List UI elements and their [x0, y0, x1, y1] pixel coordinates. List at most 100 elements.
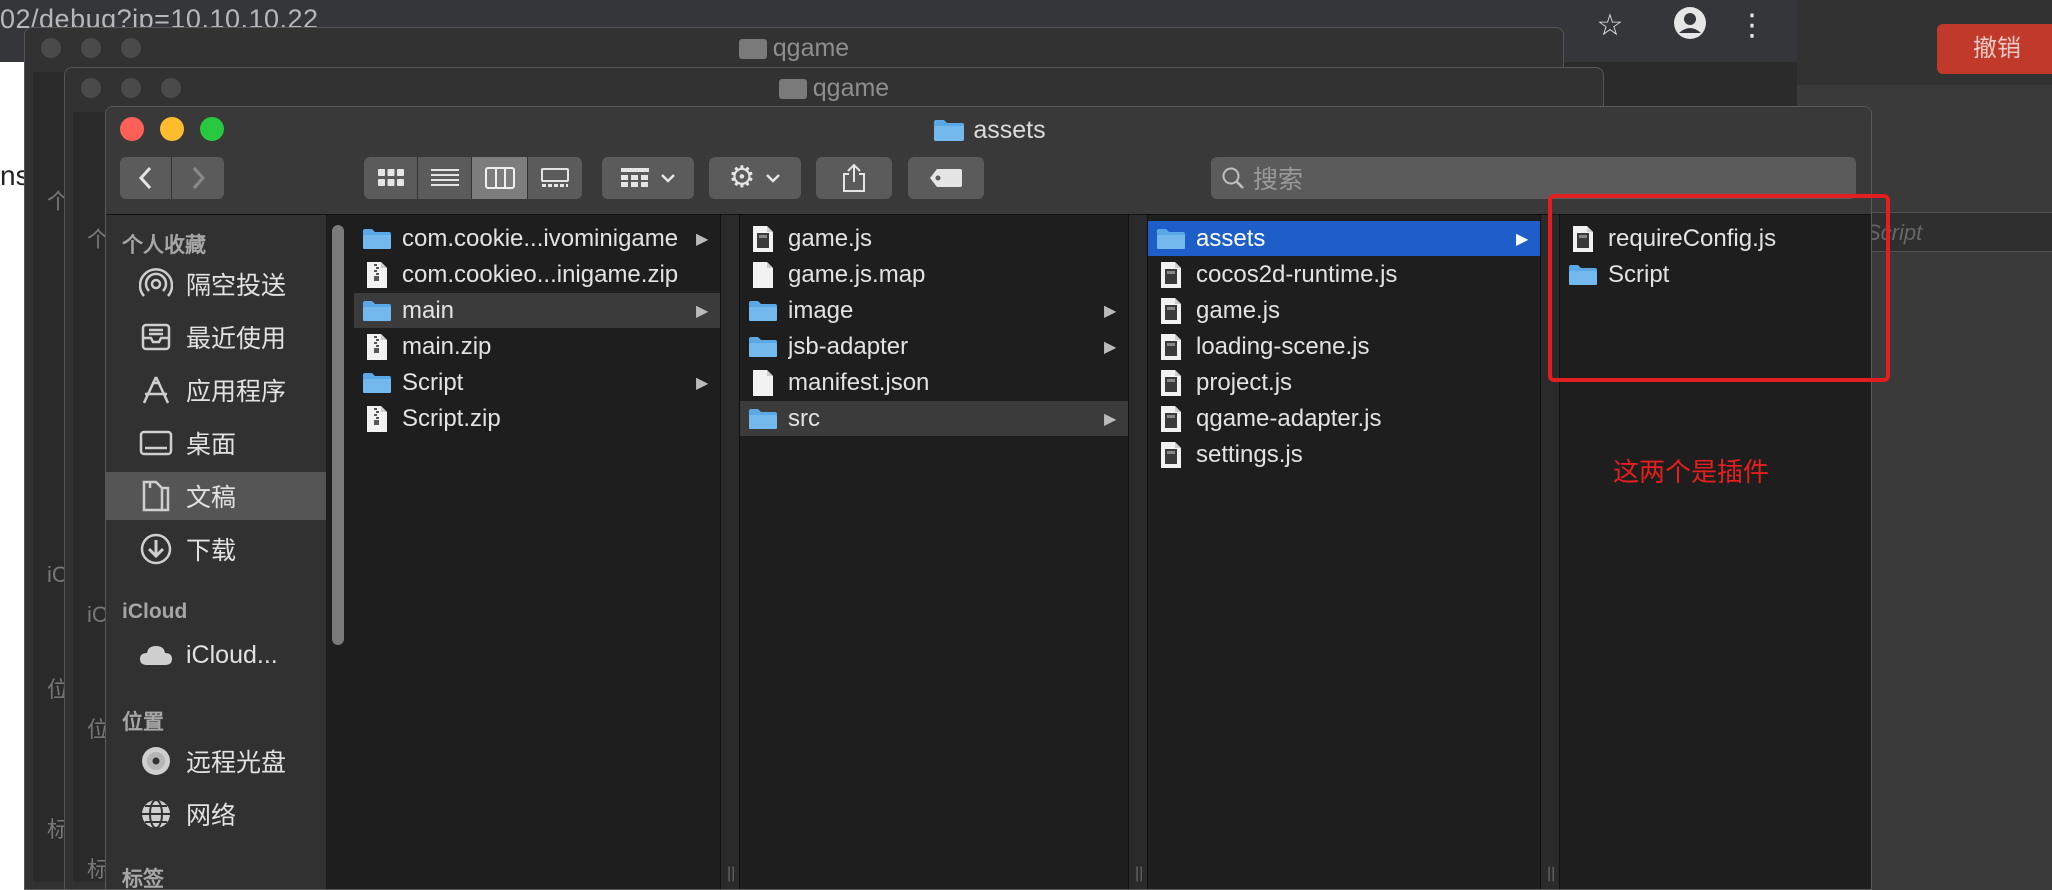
disclosure-arrow-icon: ▶: [1104, 410, 1117, 428]
folder-icon: [738, 39, 767, 59]
list-item[interactable]: jsb-adapter ▶: [740, 329, 1128, 364]
airdrop-icon: [138, 266, 174, 302]
list-item[interactable]: image ▶: [740, 293, 1128, 328]
disclosure-arrow-icon: ▶: [696, 230, 709, 248]
folder-icon: [748, 296, 778, 326]
sidebar-item-applications[interactable]: 应用程序: [106, 366, 326, 414]
column-resize-handle[interactable]: ||: [720, 215, 740, 889]
group-grid-icon: [621, 168, 649, 187]
network-icon: [138, 796, 174, 832]
list-item[interactable]: game.js: [740, 221, 1128, 256]
action-menu-button[interactable]: ⚙: [709, 157, 801, 199]
forward-button[interactable]: [172, 157, 224, 199]
chevron-right-icon: [192, 166, 206, 190]
disclosure-arrow-icon: ▶: [696, 302, 709, 320]
window-title: qgame: [65, 68, 1603, 108]
sidebar-item-recents[interactable]: 最近使用: [106, 313, 326, 361]
sidebar-item-documents[interactable]: 文稿: [106, 472, 326, 520]
js-file-icon: [748, 224, 778, 254]
view-mode-control: [364, 157, 582, 199]
disclosure-arrow-icon: ▶: [1104, 302, 1117, 320]
background-script-field[interactable]: Script: [1866, 212, 2052, 252]
disclosure-arrow-icon: ▶: [1104, 338, 1117, 356]
navigation-buttons: [120, 157, 224, 199]
list-item[interactable]: project.js: [1148, 365, 1540, 400]
share-icon: [843, 163, 865, 192]
column-1: com.cookie...ivominigame ▶ com.cookieo...…: [354, 215, 720, 889]
grid-icon: [377, 169, 404, 186]
column-2: game.js game.js.map image ▶ jsb-adapter ▶ …: [740, 215, 1128, 889]
list-item[interactable]: cocos2d-runtime.js: [1148, 257, 1540, 292]
more-menu-icon[interactable]: ⋮: [1732, 6, 1772, 46]
list-item[interactable]: settings.js: [1148, 437, 1540, 472]
resize-grip-icon: ||: [1135, 865, 1144, 882]
search-icon: [1222, 167, 1244, 189]
window-title: assets: [106, 113, 1871, 147]
list-item[interactable]: Script ▶: [354, 365, 720, 400]
group-by-button[interactable]: [602, 157, 694, 199]
icloud-icon: [138, 637, 174, 673]
zip-file-icon: [362, 404, 392, 434]
back-button[interactable]: [120, 157, 172, 199]
column-view-button[interactable]: [472, 157, 528, 199]
disc-icon: [138, 743, 174, 779]
locations-header: 位置: [122, 711, 164, 734]
revoke-button[interactable]: 撤销: [1937, 24, 2052, 74]
folder-icon: [362, 296, 392, 326]
disclosure-arrow-icon: ▶: [1516, 230, 1529, 248]
js-file-icon: [1156, 368, 1186, 398]
gear-icon: ⚙: [728, 161, 756, 194]
list-item[interactable]: game.js: [1148, 293, 1540, 328]
js-file-icon: [1156, 404, 1186, 434]
gallery-view-button[interactable]: [528, 157, 582, 199]
column-3: assets ▶ cocos2d-runtime.js game.js loadi…: [1148, 215, 1540, 889]
list-item[interactable]: com.cookie...ivominigame ▶: [354, 221, 720, 256]
share-button[interactable]: [816, 157, 892, 199]
gallery-icon: [541, 168, 569, 187]
list-view-button[interactable]: [418, 157, 472, 199]
list-item[interactable]: main.zip: [354, 329, 720, 364]
tag-button[interactable]: [908, 157, 984, 199]
list-item[interactable]: game.js.map: [740, 257, 1128, 292]
list-item[interactable]: assets ▶: [1148, 221, 1540, 256]
list-item[interactable]: manifest.json: [740, 365, 1128, 400]
js-file-icon: [1156, 296, 1186, 326]
icon-view-button[interactable]: [364, 157, 418, 199]
annotation-text: 这两个是插件: [1613, 457, 1770, 487]
resize-grip-icon: ||: [1547, 865, 1556, 882]
sidebar-item-network[interactable]: 网络: [106, 790, 326, 838]
zip-file-icon: [362, 260, 392, 290]
tags-header: 标签: [122, 868, 164, 890]
folder-icon: [778, 79, 807, 99]
list-item[interactable]: com.cookieo...inigame.zip: [354, 257, 720, 292]
sidebar-item-remote-disc[interactable]: 远程光盘: [106, 737, 326, 785]
search-input[interactable]: 搜索: [1211, 157, 1856, 199]
list-item[interactable]: main ▶: [354, 293, 720, 328]
desktop-icon: [138, 425, 174, 461]
recents-icon: [138, 319, 174, 355]
sidebar-item-downloads[interactable]: 下载: [106, 525, 326, 573]
document-icon: [748, 260, 778, 290]
folder-icon: [748, 404, 778, 434]
folder-icon: [362, 368, 392, 398]
chevron-down-icon: [766, 174, 781, 183]
column-resize-handle[interactable]: ||: [1128, 215, 1148, 889]
list-item[interactable]: src ▶: [740, 401, 1128, 436]
list-item[interactable]: Script.zip: [354, 401, 720, 436]
list-item[interactable]: qgame-adapter.js: [1148, 401, 1540, 436]
icloud-header: iCloud: [122, 600, 188, 623]
window-title: qgame: [25, 28, 1563, 68]
sidebar-item-icloud[interactable]: iCloud...: [106, 631, 326, 679]
bookmark-star-icon[interactable]: ☆: [1590, 6, 1630, 46]
sidebar-scrollbar[interactable]: [332, 225, 344, 645]
account-icon[interactable]: [1670, 6, 1710, 46]
sidebar-item-airdrop[interactable]: 隔空投送: [106, 260, 326, 308]
sidebar-item-desktop[interactable]: 桌面: [106, 419, 326, 467]
disclosure-arrow-icon: ▶: [696, 374, 709, 392]
zip-file-icon: [362, 332, 392, 362]
js-file-icon: [1156, 440, 1186, 470]
list-icon: [430, 169, 459, 186]
chevron-left-icon: [138, 166, 151, 190]
folder-icon: [933, 117, 965, 151]
list-item[interactable]: loading-scene.js: [1148, 329, 1540, 364]
